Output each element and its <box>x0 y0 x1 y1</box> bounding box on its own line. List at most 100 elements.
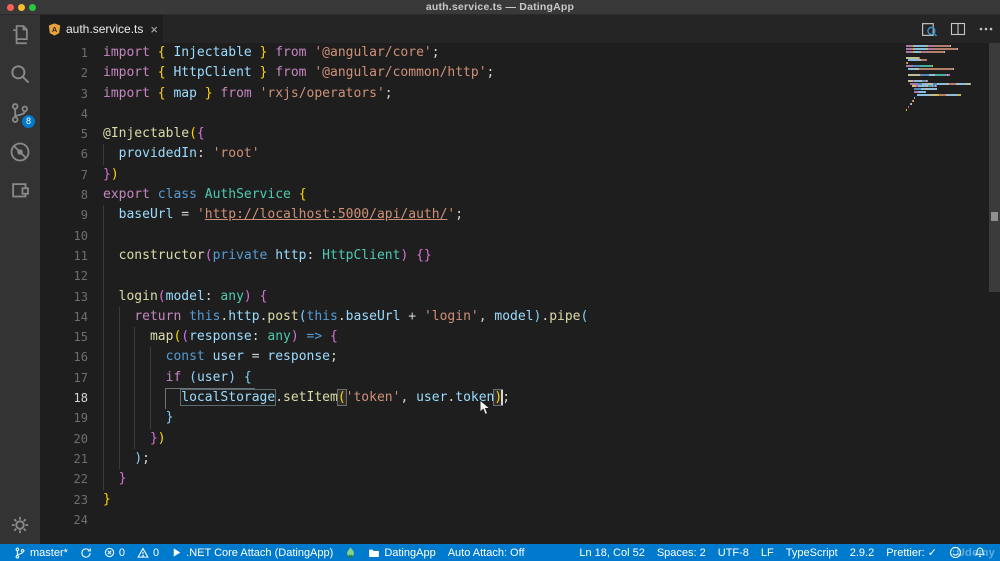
minimap[interactable] <box>906 45 986 114</box>
code-line[interactable]: 8 export class AuthService { <box>40 185 1000 205</box>
vertical-scrollbar[interactable] <box>989 43 1000 292</box>
status-notifications[interactable] <box>968 544 992 561</box>
line-number[interactable]: 13 <box>40 287 88 307</box>
code-line[interactable]: 6 providedIn: 'root' <box>40 144 1000 165</box>
line-number[interactable]: 4 <box>40 104 88 124</box>
code-line[interactable]: 17 if (user) { <box>40 367 1000 389</box>
indent-guide <box>103 347 104 368</box>
code-line[interactable]: 7}) <box>40 165 1000 185</box>
code-line[interactable]: 21 ); <box>40 448 1000 470</box>
code-line[interactable]: 18 localStorage.setItem('token', user.to… <box>40 388 1000 409</box>
code-line[interactable]: 13 login(model: any) { <box>40 286 1000 307</box>
source-control-icon[interactable]: 8 <box>0 93 40 132</box>
status-ts-version[interactable]: 2.9.2 <box>844 544 880 561</box>
tab-close-icon[interactable]: × <box>150 23 158 36</box>
indent-guide <box>134 367 136 389</box>
status-branch[interactable]: master* <box>8 544 74 561</box>
code-line[interactable]: 12 <box>40 266 1000 287</box>
line-number[interactable]: 20 <box>40 429 88 449</box>
code-line[interactable]: 1 import { Injectable } from '@angular/co… <box>40 43 1000 63</box>
indent-guide <box>103 327 104 348</box>
indent-guide <box>103 388 104 409</box>
line-number[interactable]: 23 <box>40 490 88 510</box>
status-debug-target[interactable]: .NET Core Attach (DatingApp) <box>165 544 339 561</box>
code-token: user <box>212 349 244 365</box>
status-branch-label: master* <box>30 546 68 559</box>
line-number[interactable]: 12 <box>40 266 88 286</box>
code-line[interactable]: 20 }) <box>40 428 1000 449</box>
vscode-window: auth.service.ts — DatingApp 8 A auth.ser… <box>0 0 1000 561</box>
settings-icon[interactable] <box>0 505 40 544</box>
more-actions-icon[interactable] <box>978 21 994 37</box>
code-line[interactable]: 11 constructor(private http: HttpClient)… <box>40 245 1000 267</box>
code-line[interactable]: 4 <box>40 104 1000 124</box>
status-language[interactable]: TypeScript <box>780 544 844 561</box>
line-number[interactable]: 9 <box>40 205 88 225</box>
line-number[interactable]: 18 <box>40 388 88 408</box>
tab-auth-service[interactable]: A auth.service.ts × <box>40 15 163 43</box>
code-content: } <box>88 408 1000 429</box>
code-line[interactable]: 24 <box>40 510 1000 530</box>
split-editor-icon[interactable] <box>950 21 966 37</box>
code-line[interactable]: 2 import { HttpClient } from '@angular/co… <box>40 63 1000 83</box>
extensions-icon[interactable] <box>0 171 40 210</box>
code-line[interactable]: 5 @Injectable({ <box>40 124 1000 144</box>
line-number[interactable]: 5 <box>40 124 88 144</box>
debug-icon[interactable] <box>0 132 40 171</box>
code-token: ; <box>330 349 338 365</box>
line-number[interactable]: 16 <box>40 347 88 367</box>
code-token: 'root' <box>212 146 260 162</box>
status-encoding[interactable]: UTF-8 <box>712 544 755 561</box>
status-indentation[interactable]: Spaces: 2 <box>651 544 712 561</box>
status-cursor-position[interactable]: Ln 18, Col 52 <box>573 544 650 561</box>
editor-column: A auth.service.ts × 1 import { Injectable… <box>40 15 1000 544</box>
files-icon[interactable] <box>0 15 40 54</box>
code-token: : <box>196 146 213 162</box>
line-number[interactable]: 17 <box>40 368 88 388</box>
line-number[interactable]: 2 <box>40 63 88 83</box>
line-number[interactable]: 3 <box>40 84 88 104</box>
line-number[interactable]: 22 <box>40 469 88 489</box>
editor-actions <box>921 15 994 43</box>
line-number[interactable]: 6 <box>40 144 88 164</box>
code-line[interactable]: 23} <box>40 490 1000 510</box>
open-preview-icon[interactable] <box>921 21 938 38</box>
status-warnings[interactable]: 0 <box>131 544 165 561</box>
line-number[interactable]: 8 <box>40 185 88 205</box>
code-line[interactable]: 3 import { map } from 'rxjs/operators'; <box>40 84 1000 104</box>
status-flame[interactable] <box>339 544 362 561</box>
code-content: @Injectable({ <box>88 124 1000 144</box>
code-line[interactable]: 22 } <box>40 469 1000 490</box>
status-feedback[interactable] <box>943 544 968 561</box>
code-token: import <box>103 85 158 101</box>
angular-icon: A <box>48 22 61 36</box>
code-line[interactable]: 9 baseUrl = 'http://localhost:5000/api/a… <box>40 205 1000 226</box>
code-token: ( <box>337 390 346 406</box>
code-content: map((response: any) => { <box>88 327 1000 348</box>
code-line[interactable]: 14 return this.http.post(this.baseUrl + … <box>40 306 1000 328</box>
status-workspace[interactable]: DatingApp <box>362 544 441 561</box>
status-prettier[interactable]: Prettier: ✓ <box>880 544 943 561</box>
line-number[interactable]: 15 <box>40 327 88 347</box>
status-eol[interactable]: LF <box>755 544 780 561</box>
status-auto-attach[interactable]: Auto Attach: Off <box>442 544 531 561</box>
line-number[interactable]: 10 <box>40 226 88 246</box>
code-line[interactable]: 15 map((response: any) => { <box>40 327 1000 348</box>
code-token: HttpClient <box>322 247 401 263</box>
line-number[interactable]: 24 <box>40 510 88 530</box>
line-number[interactable]: 14 <box>40 307 88 327</box>
status-errors[interactable]: 0 <box>98 544 131 561</box>
line-number[interactable]: 11 <box>40 246 88 266</box>
line-number[interactable]: 7 <box>40 165 88 185</box>
code-line[interactable]: 16 const user = response; <box>40 347 1000 368</box>
line-number[interactable]: 1 <box>40 43 88 63</box>
search-icon[interactable] <box>0 54 40 93</box>
status-sync[interactable] <box>74 544 98 561</box>
line-number[interactable]: 21 <box>40 449 88 469</box>
code-line[interactable]: 19 } <box>40 408 1000 429</box>
line-number[interactable]: 19 <box>40 408 88 428</box>
indent-guide <box>134 388 136 409</box>
code-editor[interactable]: 1 import { Injectable } from '@angular/co… <box>40 43 1000 544</box>
code-line[interactable]: 10 <box>40 225 1000 246</box>
status-prettier-label: Prettier: ✓ <box>886 547 937 559</box>
